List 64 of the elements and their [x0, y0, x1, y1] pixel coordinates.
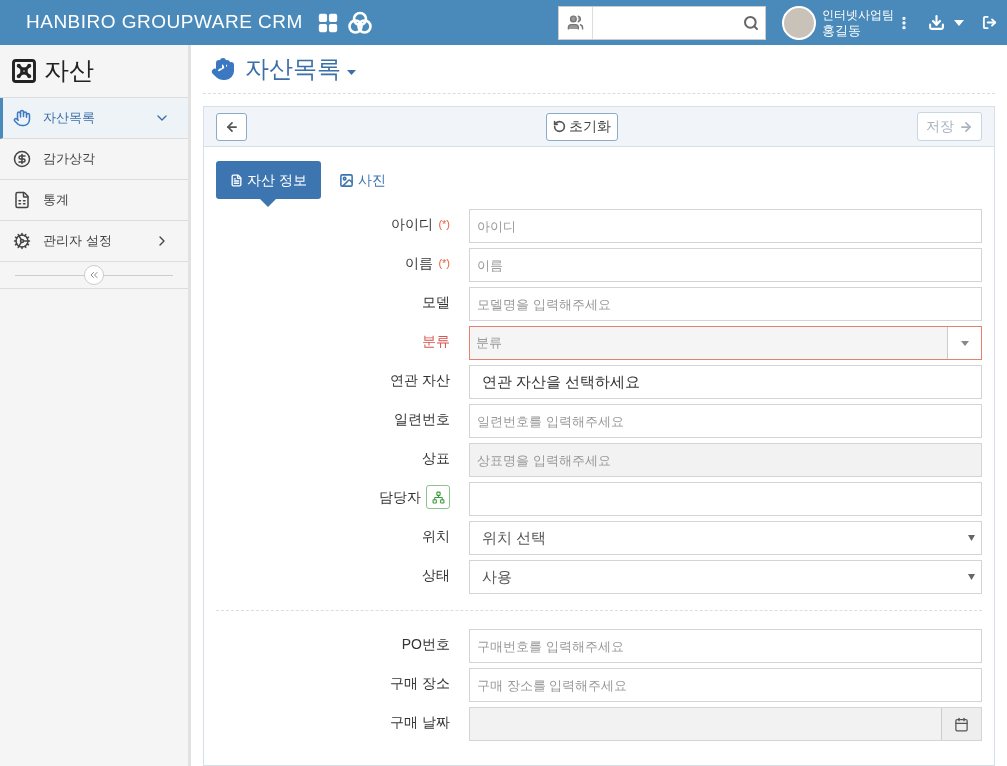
org-chart-button[interactable]	[426, 485, 450, 509]
users-icon[interactable]	[567, 14, 584, 31]
caret-icon	[960, 340, 969, 346]
input-field[interactable]: 구매 장소를 입력해주세요	[469, 668, 982, 702]
field-label: 위치	[422, 526, 450, 546]
field-label: 연관 자산	[390, 370, 450, 390]
required-mark: (*)	[438, 216, 450, 232]
select-field[interactable]: 사용	[469, 560, 982, 594]
user-team: 인터넷사업팀	[822, 7, 894, 23]
hand-icon	[13, 109, 31, 127]
input-field[interactable]: 아이디	[469, 209, 982, 243]
input-field[interactable]: 일련번호를 입력해주세요	[469, 404, 982, 438]
field-label: PO번호	[401, 634, 450, 654]
arrow-left-icon	[224, 119, 239, 134]
field-label: 상태	[422, 565, 450, 585]
reset-icon	[553, 120, 566, 133]
caret-icon	[968, 535, 975, 541]
calendar-icon	[954, 716, 969, 732]
caret-icon	[968, 574, 975, 580]
input-field[interactable]: 이름	[469, 248, 982, 282]
select-field[interactable]: 위치 선택	[469, 521, 982, 555]
sidebar-item[interactable]: 관리자 설정	[0, 221, 188, 262]
tab[interactable]: 사진	[336, 161, 388, 199]
reset-button[interactable]: 초기화	[546, 112, 618, 141]
field-label: 구매 날짜	[390, 712, 450, 732]
spreadsheet-icon	[13, 191, 31, 209]
sidebar-item[interactable]: 감가상각	[0, 139, 188, 180]
arrow-right-icon	[959, 119, 973, 134]
field-label: 모델	[422, 292, 450, 312]
dollar-coin-icon	[13, 150, 31, 168]
document-icon	[230, 173, 243, 187]
user-name: 홍길동	[822, 22, 862, 38]
field-label: 일련번호	[394, 409, 450, 429]
caret-icon[interactable]	[954, 19, 964, 26]
rings-logo-icon[interactable]	[347, 10, 372, 35]
field-label: 이름	[405, 253, 434, 273]
field-label: 상표	[422, 448, 450, 468]
avatar[interactable]	[782, 5, 816, 40]
field-label: 구매 장소	[390, 673, 450, 693]
logout-icon[interactable]	[982, 15, 997, 30]
field-label: 분류	[422, 331, 450, 351]
hand-icon	[211, 57, 235, 81]
app-title: HANBIRO GROUPWARE CRM	[26, 10, 303, 35]
back-button[interactable]	[216, 112, 247, 141]
search-icon[interactable]	[743, 14, 759, 31]
input-field[interactable]: 연관 자산을 선택하세요	[469, 365, 982, 399]
caret-icon[interactable]	[347, 69, 356, 75]
sidebar-item[interactable]: 자산목록	[0, 98, 188, 139]
download-icon[interactable]	[928, 14, 945, 31]
tab-pointer	[260, 199, 277, 207]
org-chart-icon	[431, 490, 445, 504]
double-chevron-left-icon	[88, 269, 100, 281]
sidebar-item[interactable]: 통계	[0, 180, 188, 221]
input-field[interactable]: 구매번호를 입력해주세요	[469, 629, 982, 663]
input-field[interactable]: 모델명을 입력해주세요	[469, 287, 982, 321]
input-field[interactable]	[469, 482, 982, 516]
module-title: 자산	[44, 55, 94, 87]
grid-icon[interactable]	[316, 11, 339, 34]
page-title[interactable]: 자산목록	[245, 51, 341, 87]
field-label: 담당자	[379, 487, 421, 507]
picture-icon	[338, 172, 354, 188]
field-label: 아이디	[391, 214, 434, 234]
required-mark: (*)	[438, 255, 450, 271]
search-field[interactable]	[558, 5, 766, 40]
